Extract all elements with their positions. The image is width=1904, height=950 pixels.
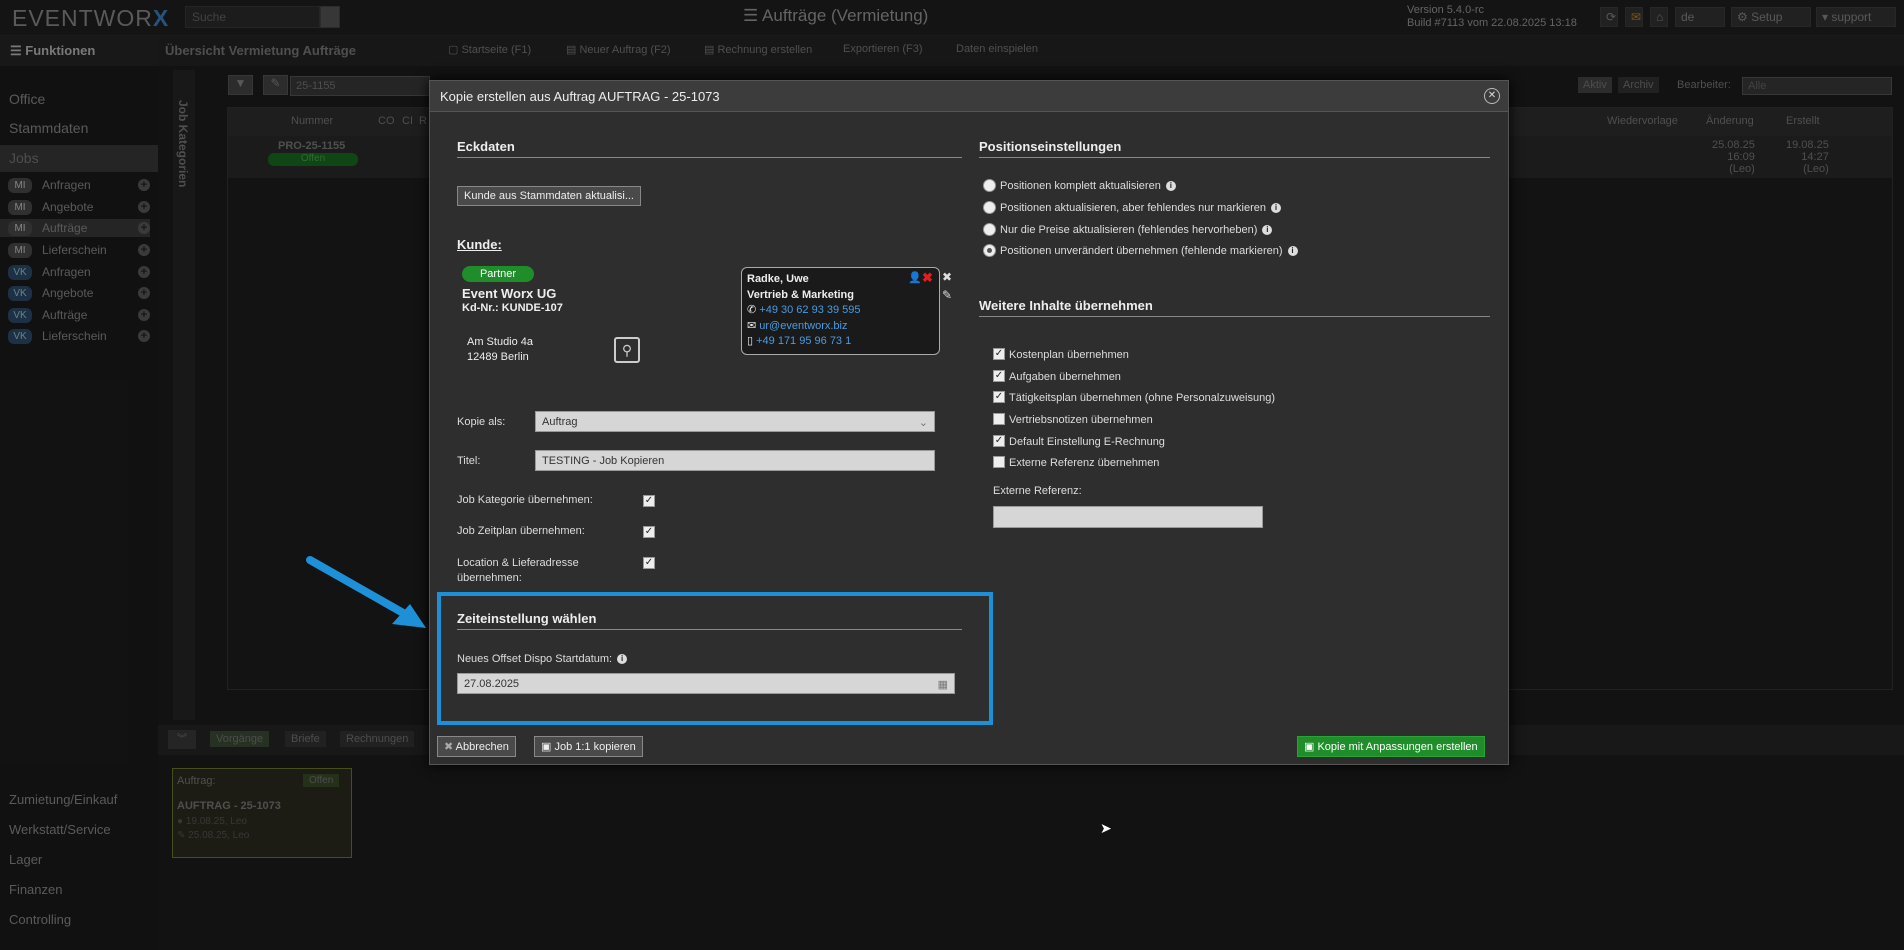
- customer-address: Am Studio 4a 12489 Berlin: [467, 336, 534, 363]
- copy-1to1-button[interactable]: ▣ Job 1:1 kopieren: [534, 736, 643, 757]
- location-label: Location & Lieferadresse übernehmen:: [457, 557, 579, 584]
- titel-label: Titel:: [457, 455, 481, 467]
- radio-pos-1-label[interactable]: Positionen komplett aktualisieren i: [1000, 180, 1176, 192]
- weitere-checkbox-5[interactable]: ✓: [993, 456, 1005, 468]
- customer-number: Kd-Nr.: KUNDE-107: [462, 302, 563, 314]
- weitere-checkbox-2[interactable]: ✓: [993, 391, 1005, 403]
- close-icon: ✖: [444, 741, 456, 753]
- job-kategorie-label: Job Kategorie übernehmen:: [457, 494, 593, 506]
- close-icon[interactable]: ✕: [1484, 88, 1500, 104]
- company-name: Event Worx UG: [462, 286, 557, 301]
- mouse-cursor-icon: ➤: [1100, 820, 1112, 836]
- ext-ref-label: Externe Referenz:: [993, 485, 1082, 497]
- radio-pos-3-label[interactable]: Nur die Preise aktualisieren (fehlendes …: [1000, 224, 1273, 236]
- contact-name: Radke, Uwe: [747, 273, 809, 285]
- info-icon: i: [1287, 246, 1298, 257]
- radio-pos-2[interactable]: [983, 201, 996, 214]
- copy-with-adjustments-button[interactable]: ▣ Kopie mit Anpassungen erstellen: [1297, 736, 1485, 757]
- weitere-label-1[interactable]: Aufgaben übernehmen: [1009, 371, 1121, 383]
- ext-ref-input[interactable]: [993, 506, 1263, 528]
- partner-badge: Partner: [462, 266, 534, 282]
- weitere-checkbox-0[interactable]: ✓: [993, 348, 1005, 360]
- weitere-checkbox-4[interactable]: ✓: [993, 435, 1005, 447]
- kunde-label: Kunde:: [457, 237, 502, 252]
- contact-dept: Vertrieb & Marketing: [747, 288, 854, 301]
- person-icon[interactable]: 👤: [908, 271, 922, 284]
- dialog-header: Kopie erstellen aus Auftrag AUFTRAG - 25…: [430, 81, 1508, 112]
- copy-dialog: Kopie erstellen aus Auftrag AUFTRAG - 25…: [429, 80, 1509, 765]
- radio-pos-4-label[interactable]: Positionen unverändert übernehmen (fehle…: [1000, 245, 1298, 257]
- update-customer-button[interactable]: Kunde aus Stammdaten aktualisi...: [457, 186, 641, 206]
- job-kategorie-checkbox[interactable]: ✓: [643, 495, 655, 507]
- titel-input[interactable]: TESTING - Job Kopieren: [535, 450, 935, 471]
- weitere-checkbox-1[interactable]: ✓: [993, 370, 1005, 382]
- weitere-label-0[interactable]: Kostenplan übernehmen: [1009, 349, 1129, 361]
- info-icon: i: [1262, 225, 1273, 236]
- pencil-icon[interactable]: ✎: [942, 288, 952, 302]
- contact-email[interactable]: ✉ ur@eventworx.biz: [747, 319, 934, 335]
- cancel-button[interactable]: ✖ Abbrechen: [437, 736, 516, 757]
- radio-pos-4[interactable]: [983, 244, 996, 257]
- contact-mobile[interactable]: ▯ +49 171 95 96 73 1: [747, 334, 934, 350]
- weitere-label-3[interactable]: Vertriebsnotizen übernehmen: [1009, 414, 1153, 426]
- contact-phone[interactable]: ✆ +49 30 62 93 39 595: [747, 303, 934, 319]
- radio-pos-2-label[interactable]: Positionen aktualisieren, aber fehlendes…: [1000, 202, 1281, 214]
- section-weitere-inhalte: Weitere Inhalte übernehmen: [979, 298, 1490, 317]
- radio-pos-1[interactable]: [983, 179, 996, 192]
- weitere-label-5[interactable]: Externe Referenz übernehmen: [1009, 457, 1159, 469]
- save-icon: ▣: [541, 741, 555, 753]
- arrow-annotation-icon: [306, 556, 426, 628]
- radio-pos-3[interactable]: [983, 223, 996, 236]
- info-icon: i: [1271, 203, 1281, 214]
- info-icon: i: [1165, 181, 1176, 192]
- close-small-icon[interactable]: ✖: [942, 270, 952, 284]
- map-icon[interactable]: ⚲: [614, 337, 640, 363]
- save-icon: ▣: [1304, 741, 1318, 753]
- job-zeitplan-checkbox[interactable]: ✓: [643, 526, 655, 538]
- dialog-title: Kopie erstellen aus Auftrag AUFTRAG - 25…: [440, 89, 720, 104]
- chevron-down-icon: ⌄: [918, 417, 928, 429]
- weitere-label-4[interactable]: Default Einstellung E-Rechnung: [1009, 436, 1165, 448]
- kopie-als-label: Kopie als:: [457, 416, 506, 428]
- kopie-als-select[interactable]: Auftrag ⌄: [535, 411, 935, 432]
- mobile-icon: ▯: [747, 335, 757, 347]
- weitere-checkbox-3[interactable]: ✓: [993, 413, 1005, 425]
- phone-icon: ✆: [747, 304, 760, 316]
- section-eckdaten: Eckdaten: [457, 139, 962, 158]
- job-zeitplan-label: Job Zeitplan übernehmen:: [457, 525, 585, 537]
- remove-contact-icon[interactable]: ✖: [922, 270, 933, 286]
- section-positionseinstellungen: Positionseinstellungen: [979, 139, 1490, 158]
- mail-icon: ✉: [747, 319, 760, 332]
- location-checkbox[interactable]: ✓: [643, 557, 655, 569]
- weitere-label-2[interactable]: Tätigkeitsplan übernehmen (ohne Personal…: [1009, 392, 1275, 404]
- highlight-box: [437, 592, 993, 725]
